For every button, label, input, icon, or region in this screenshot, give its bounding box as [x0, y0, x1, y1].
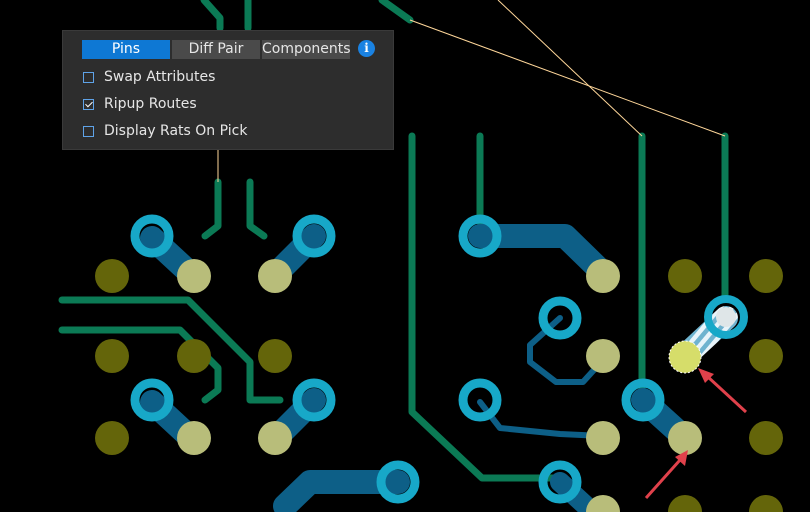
info-icon[interactable]: i [358, 40, 375, 57]
tab-diff-pair[interactable]: Diff Pair [172, 40, 260, 59]
pads-light [177, 259, 702, 512]
option-ripup-routes[interactable]: Ripup Routes [83, 94, 197, 114]
tab-pins[interactable]: Pins [82, 40, 170, 59]
tab-bar: Pins Diff Pair Components [82, 40, 352, 59]
swap-attributes-label: Swap Attributes [104, 69, 216, 85]
rules-popup-panel: Pins Diff Pair Components i Swap Attribu… [62, 30, 394, 150]
ripup-routes-label: Ripup Routes [104, 96, 197, 112]
tab-components[interactable]: Components [262, 40, 351, 59]
ripup-routes-checkbox[interactable] [83, 98, 94, 110]
option-display-rats-on-pick[interactable]: Display Rats On Pick [83, 121, 247, 141]
swap-attributes-checkbox[interactable] [83, 71, 94, 83]
display-rats-label: Display Rats On Pick [104, 123, 248, 139]
pads-dark [95, 259, 783, 512]
selected-route[interactable] [668, 295, 748, 374]
display-rats-checkbox[interactable] [83, 125, 94, 137]
option-swap-attributes[interactable]: Swap Attributes [83, 67, 215, 87]
